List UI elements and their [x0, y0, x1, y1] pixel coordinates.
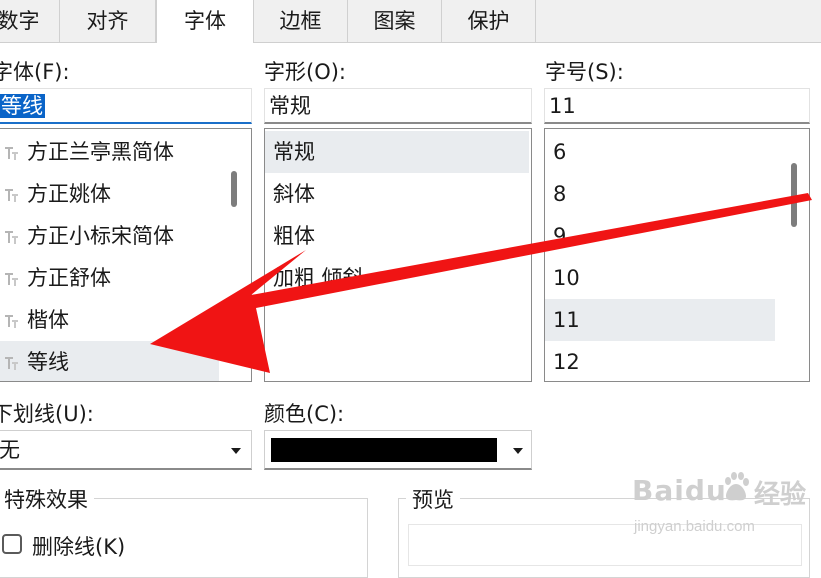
arrow-icon — [150, 193, 812, 373]
red-arrow-annotation — [150, 193, 812, 373]
